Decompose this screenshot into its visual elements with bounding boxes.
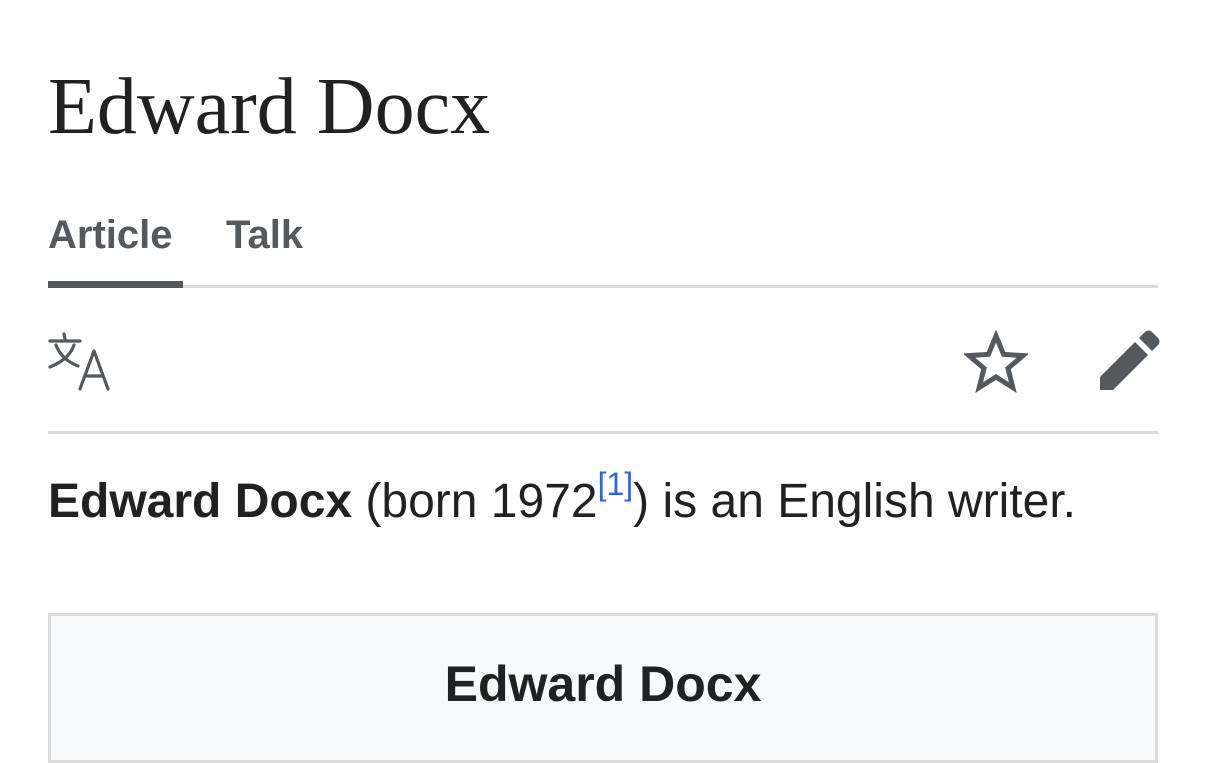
page-actions-toolbar: [48, 288, 1160, 434]
star-icon[interactable]: [964, 330, 1028, 394]
translate-icon[interactable]: [48, 332, 112, 392]
lead-paragraph: Edward Docx (born 1972[1]) is an English…: [48, 468, 1076, 534]
infobox-title: Edward Docx: [444, 656, 762, 712]
selected-tab-indicator: [48, 281, 183, 288]
lead-subject: Edward Docx: [48, 475, 353, 528]
tab-article[interactable]: Article: [48, 212, 173, 258]
lead-text-before-citation: (born 1972: [352, 475, 598, 528]
infobox: Edward Docx: [48, 613, 1158, 763]
page-title: Edward Docx: [48, 63, 491, 151]
lead-text-after-citation: ) is an English writer.: [633, 475, 1076, 528]
citation-link[interactable]: [1]: [598, 466, 634, 502]
tab-talk[interactable]: Talk: [226, 212, 303, 258]
article-page: Edward Docx Article Talk Edward Docx (bo…: [48, 0, 1160, 763]
namespace-tabs: Article Talk: [48, 200, 1158, 288]
pencil-icon[interactable]: [1098, 330, 1160, 392]
